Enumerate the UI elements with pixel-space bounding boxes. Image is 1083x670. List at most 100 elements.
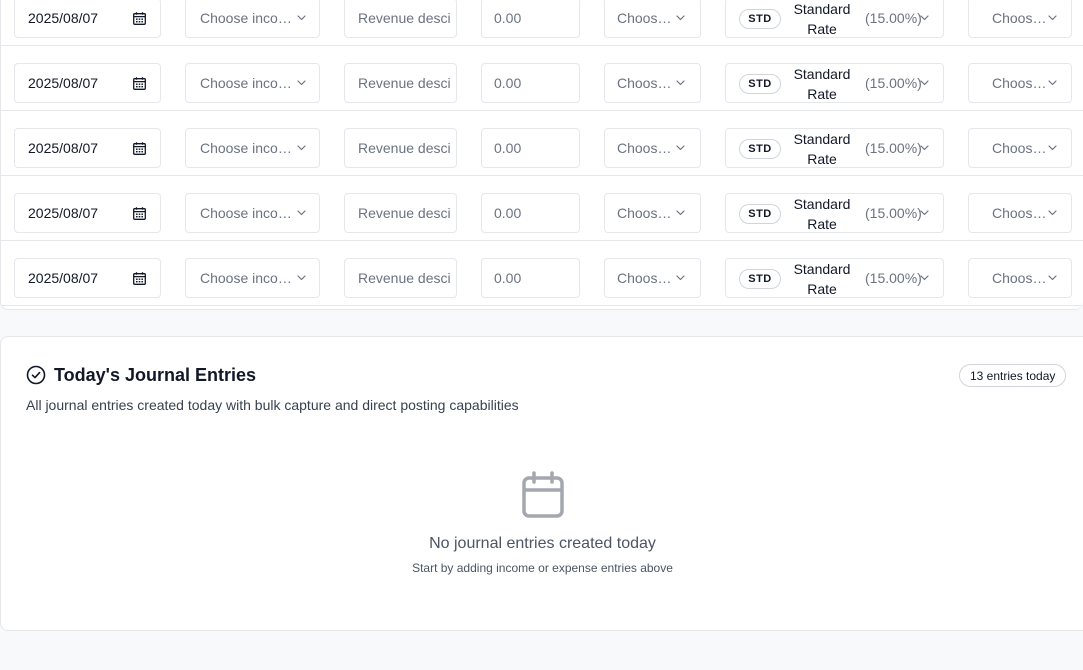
check-circle-icon <box>26 365 46 385</box>
entry-row: 2025/08/07 Choose incom... Revenue desci 0.… <box>1 176 1083 241</box>
calendar-icon[interactable] <box>133 207 146 220</box>
income-placeholder: Choose incom... <box>200 10 300 26</box>
vat-name: Standard Rate <box>793 1 851 37</box>
account-placeholder: Choose... <box>617 75 674 91</box>
extra-select[interactable]: Choose... <box>968 128 1072 168</box>
vat-badge: STD <box>739 9 781 29</box>
extra-select[interactable]: Choose... <box>968 0 1072 38</box>
income-placeholder: Choose incom... <box>200 75 300 91</box>
calendar-icon[interactable] <box>133 12 146 25</box>
description-placeholder: Revenue desci <box>358 140 451 156</box>
extra-select[interactable]: Choose... <box>968 63 1072 103</box>
description-placeholder: Revenue desci <box>358 75 451 91</box>
chevron-down-icon <box>1048 15 1057 21</box>
account-select[interactable]: Choose... <box>604 0 701 38</box>
calendar-icon[interactable] <box>133 142 146 155</box>
vat-rate-select[interactable]: STD Standard Rate (15.00%) <box>725 258 944 298</box>
amount-placeholder: 0.00 <box>494 205 522 221</box>
entry-row: 2025/08/07 Choose incom... Revenue desci 0.… <box>1 111 1083 176</box>
date-value: 2025/08/07 <box>28 140 99 156</box>
account-placeholder: Choose... <box>617 270 674 286</box>
amount-placeholder: 0.00 <box>494 10 522 26</box>
vat-name: Standard Rate <box>793 66 851 102</box>
entry-row: 2025/08/07 Choose incom... Revenue desci 0.… <box>1 241 1083 306</box>
chevron-down-icon <box>920 80 929 86</box>
income-select[interactable]: Choose incom... <box>185 128 320 168</box>
vat-rate-select[interactable]: STD Standard Rate (15.00%) <box>725 128 944 168</box>
chevron-down-icon <box>920 145 929 151</box>
vat-rate-select[interactable]: STD Standard Rate (15.00%) <box>725 193 944 233</box>
income-select[interactable]: Choose incom... <box>185 0 320 38</box>
amount-input[interactable]: 0.00 <box>481 0 580 38</box>
extra-select[interactable]: Choose... <box>968 258 1072 298</box>
date-value: 2025/08/07 <box>28 10 99 26</box>
journal-title: Today's Journal Entries <box>54 365 256 385</box>
date-input[interactable]: 2025/08/07 <box>14 128 161 168</box>
date-input[interactable]: 2025/08/07 <box>14 63 161 103</box>
empty-state-title: No journal entries created today <box>429 535 656 552</box>
entries-count-badge: 13 entries today <box>959 364 1067 387</box>
calendar-icon <box>522 471 564 518</box>
calendar-icon[interactable] <box>133 77 146 90</box>
account-placeholder: Choose... <box>617 205 674 221</box>
chevron-down-icon <box>297 210 306 216</box>
vat-name: Standard Rate <box>793 131 851 167</box>
description-placeholder: Revenue desci <box>358 205 451 221</box>
date-input[interactable]: 2025/08/07 <box>14 193 161 233</box>
date-input[interactable]: 2025/08/07 <box>14 258 161 298</box>
journal-subtitle: All journal entries created today with b… <box>26 397 519 413</box>
amount-placeholder: 0.00 <box>494 140 522 156</box>
revenue-description-input[interactable]: Revenue desci <box>344 0 457 38</box>
vat-rate-select[interactable]: STD Standard Rate (15.00%) <box>725 63 944 103</box>
amount-input[interactable]: 0.00 <box>481 128 580 168</box>
amount-input[interactable]: 0.00 <box>481 258 580 298</box>
date-value: 2025/08/07 <box>28 205 99 221</box>
calendar-icon[interactable] <box>133 272 146 285</box>
journal-entry-rows: 2025/08/07 Choose incom... Revenue desci 0.… <box>0 0 1083 310</box>
extra-placeholder: Choose... <box>992 75 1050 91</box>
vat-rate-select[interactable]: STD Standard Rate (15.00%) <box>725 0 944 38</box>
amount-input[interactable]: 0.00 <box>481 63 580 103</box>
revenue-description-input[interactable]: Revenue desci <box>344 258 457 298</box>
account-select[interactable]: Choose... <box>604 128 701 168</box>
account-placeholder: Choose... <box>617 10 674 26</box>
income-select[interactable]: Choose incom... <box>185 258 320 298</box>
chevron-down-icon <box>1048 80 1057 86</box>
chevron-down-icon <box>676 210 685 216</box>
income-select[interactable]: Choose incom... <box>185 63 320 103</box>
revenue-description-input[interactable]: Revenue desci <box>344 63 457 103</box>
chevron-down-icon <box>920 15 929 21</box>
extra-placeholder: Choose... <box>992 140 1050 156</box>
vat-name: Standard Rate <box>793 261 851 297</box>
revenue-description-input[interactable]: Revenue desci <box>344 193 457 233</box>
income-select[interactable]: Choose incom... <box>185 193 320 233</box>
vat-badge: STD <box>739 74 781 94</box>
empty-state-hint: Start by adding income or expense entrie… <box>412 561 673 575</box>
vat-rate: (15.00%) <box>865 10 922 26</box>
account-placeholder: Choose... <box>617 140 674 156</box>
chevron-down-icon <box>920 275 929 281</box>
account-select[interactable]: Choose... <box>604 258 701 298</box>
todays-journal-entries-card: Today's Journal Entries All journal entr… <box>0 336 1083 631</box>
description-placeholder: Revenue desci <box>358 10 451 26</box>
revenue-description-input[interactable]: Revenue desci <box>344 128 457 168</box>
chevron-down-icon <box>1048 210 1057 216</box>
vat-badge: STD <box>739 204 781 224</box>
income-placeholder: Choose incom... <box>200 140 300 156</box>
chevron-down-icon <box>297 15 306 21</box>
vat-rate: (15.00%) <box>865 75 922 91</box>
income-placeholder: Choose incom... <box>200 205 300 221</box>
date-input[interactable]: 2025/08/07 <box>14 0 161 38</box>
date-value: 2025/08/07 <box>28 270 99 286</box>
description-placeholder: Revenue desci <box>358 270 451 286</box>
amount-placeholder: 0.00 <box>494 75 522 91</box>
extra-select[interactable]: Choose... <box>968 193 1072 233</box>
account-select[interactable]: Choose... <box>604 63 701 103</box>
account-select[interactable]: Choose... <box>604 193 701 233</box>
chevron-down-icon <box>297 80 306 86</box>
chevron-down-icon <box>676 80 685 86</box>
vat-badge: STD <box>739 139 781 159</box>
amount-input[interactable]: 0.00 <box>481 193 580 233</box>
entry-row: 2025/08/07 Choose incom... Revenue desci 0.… <box>1 46 1083 111</box>
income-placeholder: Choose incom... <box>200 270 300 286</box>
